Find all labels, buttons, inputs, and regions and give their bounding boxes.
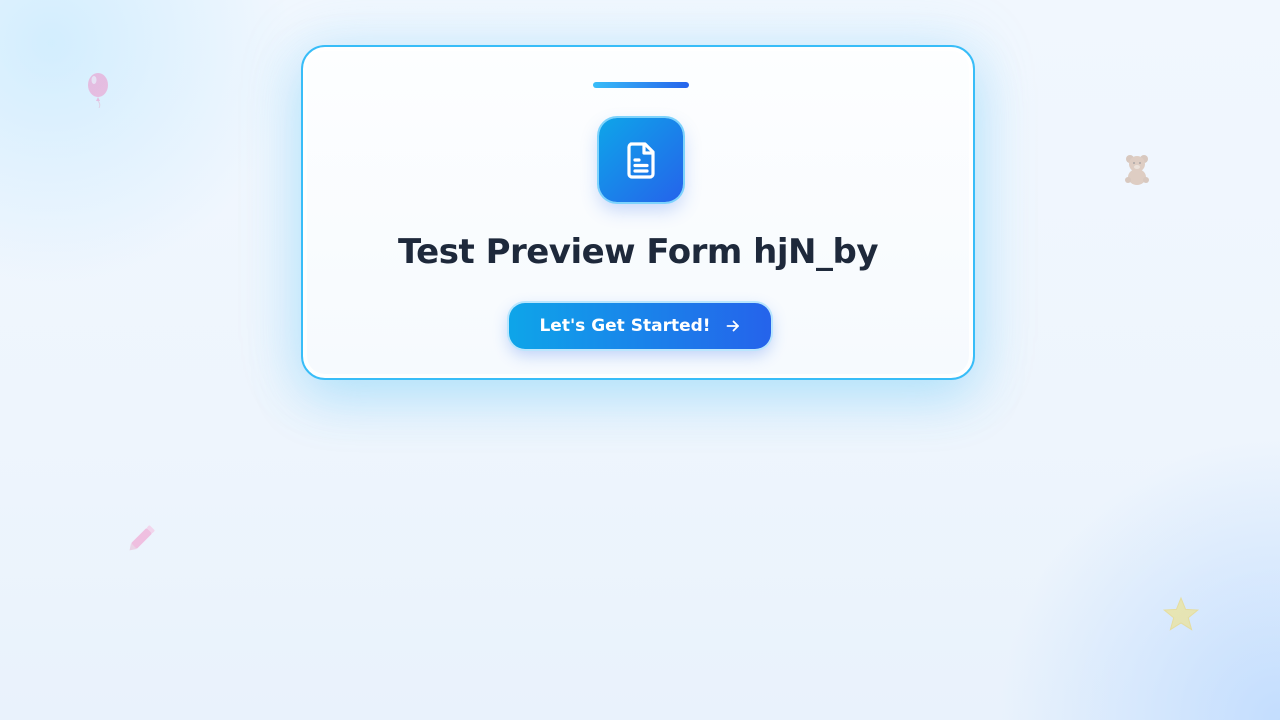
arrow-right-icon [725, 318, 741, 334]
star-icon [1162, 596, 1200, 631]
pencil-icon [129, 525, 155, 551]
accent-bar [593, 82, 689, 88]
document-icon [627, 142, 655, 179]
start-button-label: Let's Get Started! [539, 316, 711, 336]
welcome-card: Test Preview Form hjN_by Let's Get Start… [301, 45, 975, 380]
teddy-bear-icon [1125, 155, 1149, 185]
start-button[interactable]: Let's Get Started! [509, 303, 771, 349]
balloon-icon [88, 73, 108, 108]
form-icon-badge [599, 118, 683, 202]
form-title: Test Preview Form hjN_by [398, 232, 879, 272]
